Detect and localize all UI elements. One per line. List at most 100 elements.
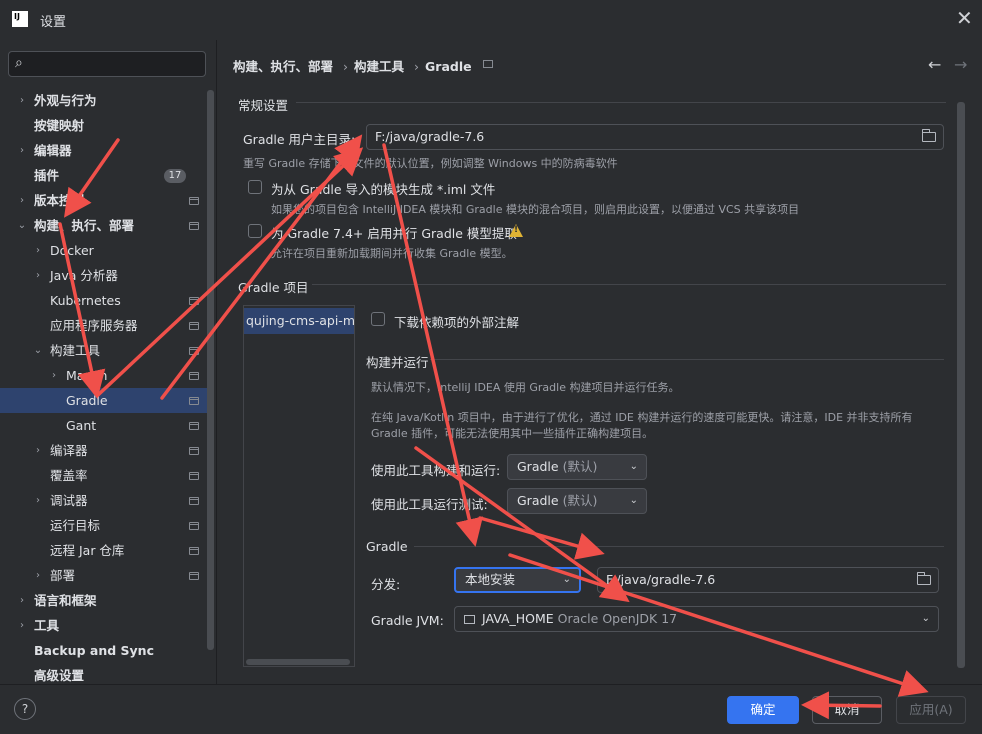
sidebar-item[interactable]: › 调试器	[0, 488, 214, 513]
chevron-down-icon: ⌄	[629, 495, 638, 506]
search-input[interactable]: ⌕	[8, 51, 206, 77]
build-with-default: (默认)	[562, 459, 598, 474]
chevron-right-icon[interactable]: ›	[48, 363, 60, 388]
close-icon[interactable]: ✕	[956, 8, 973, 28]
project-level-icon	[189, 397, 199, 405]
sidebar-item[interactable]: › Maven	[0, 363, 214, 388]
separator	[414, 546, 944, 547]
chevron-down-icon[interactable]: ⌄	[32, 338, 44, 363]
chevron-right-icon[interactable]: ›	[32, 238, 44, 263]
download-annotations-checkbox[interactable]	[371, 312, 385, 326]
sidebar-item-label: 编译器	[50, 443, 88, 458]
build-with-select[interactable]: Gradle (默认) ⌄	[507, 454, 647, 480]
iml-label: 为从 Gradle 导入的模块生成 *.iml 文件	[271, 182, 496, 197]
sidebar-item[interactable]: › 语言和框架	[0, 588, 214, 613]
sidebar-item-label: 构建工具	[50, 343, 101, 358]
project-list-item[interactable]: qujing-cms-api-ma	[244, 308, 354, 334]
cancel-button[interactable]: 取消	[812, 696, 882, 724]
sidebar-item-label: 外观与行为	[34, 93, 97, 108]
chevron-right-icon[interactable]: ›	[32, 488, 44, 513]
sidebar-item-label: 版本控制	[34, 193, 85, 208]
window-title: 设置	[40, 15, 67, 30]
sidebar-item[interactable]: 覆盖率	[0, 463, 214, 488]
separator	[296, 102, 946, 103]
sidebar-item-label: 运行目标	[50, 518, 101, 533]
ok-button[interactable]: 确定	[727, 696, 799, 724]
sidebar-item[interactable]: › 版本控制	[0, 188, 214, 213]
update-count-badge: 17	[164, 169, 186, 183]
sidebar-item[interactable]: › Docker	[0, 238, 214, 263]
run-tests-value: Gradle	[517, 493, 559, 508]
chevron-down-icon: ⌄	[629, 461, 638, 472]
sidebar-item-label: 插件	[34, 168, 60, 183]
user-home-field[interactable]: F:/java/gradle-7.6	[366, 124, 944, 150]
sidebar-item-label: Backup and Sync	[34, 643, 154, 658]
distribution-select[interactable]: 本地安装 ⌄	[454, 567, 581, 593]
sidebar-item[interactable]: › Java 分析器	[0, 263, 214, 288]
sidebar-item[interactable]: Gradle	[0, 388, 214, 413]
title-bar: IJ 设置 ✕	[0, 0, 982, 40]
run-tests-select[interactable]: Gradle (默认) ⌄	[507, 488, 647, 514]
sidebar-item[interactable]: Backup and Sync	[0, 638, 214, 663]
project-level-icon	[483, 60, 493, 68]
chevron-right-icon[interactable]: ›	[32, 263, 44, 288]
project-level-icon	[189, 547, 199, 555]
sidebar-item[interactable]: 应用程序服务器	[0, 313, 214, 338]
folder-icon[interactable]	[917, 572, 931, 585]
sidebar-item[interactable]: 插件 17	[0, 163, 214, 188]
warning-icon	[509, 224, 523, 237]
content-scrollbar[interactable]	[957, 102, 965, 668]
user-home-label: Gradle 用户主目录:	[243, 132, 356, 147]
chevron-down-icon[interactable]: ⌄	[16, 213, 28, 238]
parallel-hint: 允许在项目重新加载期间并行收集 Gradle 模型。	[271, 247, 513, 260]
sidebar-item-label: 应用程序服务器	[50, 318, 138, 333]
sidebar-item[interactable]: Kubernetes	[0, 288, 214, 313]
project-list-scrollbar[interactable]	[246, 659, 350, 665]
gradle-jvm-value: JAVA_HOME	[481, 611, 554, 626]
apply-button[interactable]: 应用(A)	[896, 696, 966, 724]
sidebar-item[interactable]: ⌄ 构建、执行、部署	[0, 213, 214, 238]
sidebar-item[interactable]: › 编译器	[0, 438, 214, 463]
chevron-right-icon[interactable]: ›	[16, 588, 28, 613]
sidebar-item-label: Docker	[50, 243, 94, 258]
breadcrumb-item[interactable]: 构建、执行、部署	[233, 59, 333, 74]
distribution-label: 分发:	[371, 577, 401, 592]
sidebar-item[interactable]: ⌄ 构建工具	[0, 338, 214, 363]
back-arrow-icon[interactable]: ←	[928, 55, 941, 74]
project-level-icon	[189, 222, 199, 230]
iml-checkbox[interactable]	[248, 180, 262, 194]
run-tests-label: 使用此工具运行测试:	[371, 497, 488, 512]
app-logo-icon: IJ	[12, 11, 28, 27]
chevron-right-icon[interactable]: ›	[16, 613, 28, 638]
chevron-right-icon[interactable]: ›	[16, 188, 28, 213]
sidebar-scrollbar[interactable]	[207, 90, 214, 650]
breadcrumb: 构建、执行、部署 › 构建工具 › Gradle	[233, 56, 476, 75]
sidebar-item[interactable]: › 编辑器	[0, 138, 214, 163]
project-level-icon	[189, 347, 199, 355]
help-button[interactable]: ?	[14, 698, 36, 720]
sidebar-item[interactable]: › 部署	[0, 563, 214, 588]
chevron-right-icon[interactable]: ›	[32, 438, 44, 463]
chevron-right-icon[interactable]: ›	[16, 88, 28, 113]
user-home-value: F:/java/gradle-7.6	[375, 129, 485, 144]
sidebar-item[interactable]: › 工具	[0, 613, 214, 638]
gradle-jvm-select[interactable]: JAVA_HOME Oracle OpenJDK 17 ⌄	[454, 606, 939, 632]
sidebar-item[interactable]: Gant	[0, 413, 214, 438]
forward-arrow-icon[interactable]: →	[954, 55, 967, 74]
chevron-right-icon[interactable]: ›	[32, 563, 44, 588]
sidebar-item[interactable]: 远程 Jar 仓库	[0, 538, 214, 563]
gradle-home-value: F:/java/gradle-7.6	[606, 572, 716, 587]
parallel-checkbox[interactable]	[248, 224, 262, 238]
download-annotations-label: 下载依赖项的外部注解	[394, 315, 520, 330]
sidebar-item[interactable]: 运行目标	[0, 513, 214, 538]
breadcrumb-item[interactable]: 构建工具	[354, 59, 404, 74]
settings-sidebar: ⌕ › 外观与行为 按键映射 › 编辑器 插件 17 › 版本控制 ⌄ 构建、执行、部署 › Docke…	[0, 40, 216, 684]
sidebar-item-label: 编辑器	[34, 143, 72, 158]
gradle-home-field[interactable]: F:/java/gradle-7.6	[597, 567, 939, 593]
sidebar-item[interactable]: › 外观与行为	[0, 88, 214, 113]
chevron-right-icon[interactable]: ›	[16, 138, 28, 163]
iml-hint: 如果您的项目包含 IntelliJ IDEA 模块和 Gradle 模块的混合项…	[271, 203, 800, 216]
distribution-value: 本地安装	[465, 572, 516, 587]
folder-icon[interactable]	[922, 129, 936, 142]
sidebar-item[interactable]: 按键映射	[0, 113, 214, 138]
